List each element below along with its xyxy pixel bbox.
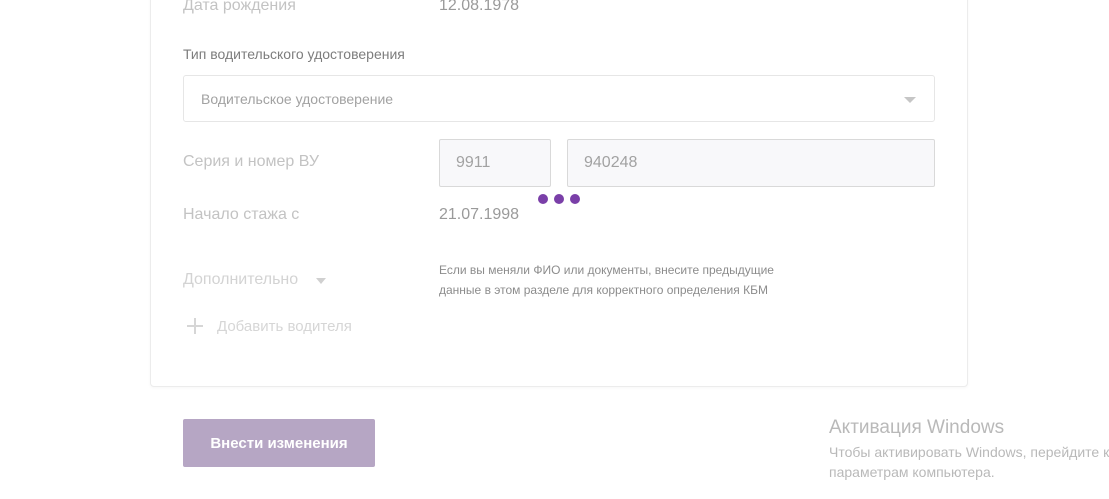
windows-activation-title: Активация Windows xyxy=(829,417,1005,438)
loading-dot xyxy=(554,194,564,204)
chevron-down-icon[interactable] xyxy=(316,278,326,284)
license-number-value: 940248 xyxy=(584,154,638,171)
kbm-hint: Если вы меняли ФИО или документы, внесит… xyxy=(439,260,839,300)
loading-dot xyxy=(538,194,548,204)
kbm-hint-line: данные в этом разделе для корректного оп… xyxy=(439,283,768,297)
windows-activation-text: Чтобы активировать Windows, перейдите к … xyxy=(829,442,1109,482)
add-driver-button[interactable]: Добавить водителя xyxy=(217,318,352,335)
license-series-input[interactable]: 9911 xyxy=(439,139,551,187)
license-number-input[interactable]: 940248 xyxy=(567,139,935,187)
loading-dots-icon xyxy=(538,194,582,204)
license-type-selected: Водительское удостоверение xyxy=(201,91,394,107)
experience-value: 21.07.1998 xyxy=(439,206,520,223)
kbm-hint-line: Если вы меняли ФИО или документы, внесит… xyxy=(439,263,774,277)
license-number-label: Серия и номер ВУ xyxy=(183,153,320,170)
submit-changes-button[interactable]: Внести изменения xyxy=(183,419,375,467)
loading-dot xyxy=(570,194,580,204)
windows-activation-line: Чтобы активировать Windows, перейдите к xyxy=(829,444,1109,460)
plus-icon[interactable] xyxy=(187,318,203,334)
license-series-value: 9911 xyxy=(456,154,491,171)
windows-activation-line: параметрам компьютера. xyxy=(829,464,995,480)
birth-date-value: 12.08.1978 xyxy=(439,0,520,14)
additional-toggle[interactable]: Дополнительно xyxy=(183,271,298,289)
license-type-select[interactable]: Водительское удостоверение xyxy=(183,75,935,122)
chevron-down-icon xyxy=(904,97,916,103)
birth-date-label: Дата рождения xyxy=(183,0,296,14)
experience-label: Начало стажа с xyxy=(183,206,300,223)
license-type-title: Тип водительского удостоверения xyxy=(183,46,405,62)
